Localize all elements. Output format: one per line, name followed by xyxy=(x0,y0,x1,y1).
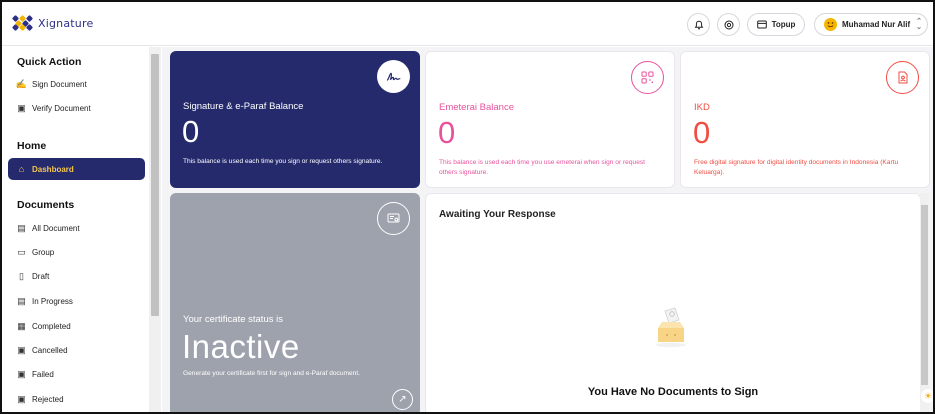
sidebar-item-label: Failed xyxy=(32,370,54,379)
sidebar-item-cancelled[interactable]: ▣ Cancelled xyxy=(17,345,68,356)
user-name: Muhamad Nur Alif xyxy=(842,20,911,29)
sidebar-item-dashboard[interactable]: ⌂ Dashboard xyxy=(8,158,145,180)
certificate-status-card[interactable]: Your certificate status is Inactive Gene… xyxy=(170,193,420,412)
sidebar-item-label: All Document xyxy=(32,224,80,233)
emeterai-balance-value: 0 xyxy=(438,115,456,150)
ikd-card[interactable]: IKD 0 Free digital signature for digital… xyxy=(680,51,930,188)
sidebar-item-label: In Progress xyxy=(32,297,73,306)
brand-name: Xignature xyxy=(38,16,94,30)
avatar xyxy=(824,18,837,31)
signature-icon xyxy=(377,60,410,93)
ikd-title: IKD xyxy=(694,102,710,113)
main-content: Signature & e-Paraf Balance 0 This balan… xyxy=(162,47,933,412)
chevron-updown-icon: ⌃ ⌄ xyxy=(916,18,922,31)
emeterai-balance-card[interactable]: Emeterai Balance 0 This balance is used … xyxy=(425,51,675,188)
topup-label: Topup xyxy=(771,20,796,29)
certificate-status-value: Inactive xyxy=(182,328,300,365)
id-document-icon xyxy=(886,61,919,94)
arrow-up-right-icon[interactable]: ↗ xyxy=(392,389,413,410)
sidebar-item-label: Group xyxy=(32,248,55,257)
signature-balance-title: Signature & e-Paraf Balance xyxy=(183,101,304,112)
sidebar-item-label: Draft xyxy=(32,272,50,281)
progress-icon: ▤ xyxy=(17,296,26,306)
sidebar-item-sign-document[interactable]: ✍ Sign Document xyxy=(15,79,87,90)
sidebar-item-failed[interactable]: ▣ Failed xyxy=(17,369,54,380)
sidebar-item-label: Rejected xyxy=(32,395,64,404)
sidebar-item-label: Dashboard xyxy=(32,164,74,174)
failed-icon: ▣ xyxy=(17,369,26,379)
home-icon: ⌂ xyxy=(18,163,25,174)
document-icon: ▤ xyxy=(17,223,26,233)
sidebar-item-label: Verify Document xyxy=(32,104,91,113)
draft-icon: ▯ xyxy=(19,271,24,281)
signature-balance-value: 0 xyxy=(182,114,200,149)
sidebar-scrollbar-thumb[interactable] xyxy=(151,54,159,316)
user-menu[interactable]: Muhamad Nur Alif ⌃ ⌄ xyxy=(814,13,928,36)
sidebar-item-label: Sign Document xyxy=(32,80,87,89)
certificate-status-description: Generate your certificate first for sign… xyxy=(183,370,361,377)
signature-balance-card[interactable]: Signature & e-Paraf Balance 0 This balan… xyxy=(170,51,420,188)
logo-icon xyxy=(11,14,34,32)
rejected-icon: ▣ xyxy=(17,394,26,404)
notification-button[interactable] xyxy=(687,13,710,36)
emeterai-balance-title: Emeterai Balance xyxy=(439,102,514,113)
brand-logo[interactable]: Xignature xyxy=(11,14,94,32)
ikd-value: 0 xyxy=(693,115,711,150)
sidebar-item-verify-document[interactable]: ▣ Verify Document xyxy=(17,103,91,114)
sidebar-item-draft[interactable]: ▯ Draft xyxy=(17,271,50,282)
sidebar-item-in-progress[interactable]: ▤ In Progress xyxy=(17,296,73,307)
topup-button[interactable]: Topup xyxy=(747,13,805,36)
verify-icon: ▣ xyxy=(17,103,26,113)
top-bar: Xignature Topup Muhamad Nur Alif ⌃ ⌄ xyxy=(2,2,933,46)
sidebar-item-group[interactable]: ▭ Group xyxy=(17,247,55,258)
sidebar-item-completed[interactable]: ▦ Completed xyxy=(17,321,71,332)
panel-scrollbar[interactable] xyxy=(920,193,929,412)
wallet-icon xyxy=(756,20,767,29)
signature-balance-description: This balance is used each time you sign … xyxy=(183,158,383,165)
sign-icon: ✍ xyxy=(15,79,28,89)
empty-state-title: You Have No Documents to Sign xyxy=(587,386,759,398)
section-home: Home xyxy=(17,140,47,152)
help-icon xyxy=(724,20,733,29)
cancelled-icon: ▣ xyxy=(17,345,26,355)
ikd-description: Free digital signature for digital ident… xyxy=(694,159,899,176)
bell-icon xyxy=(694,20,703,29)
folder-icon: ▭ xyxy=(17,247,26,257)
smile-icon xyxy=(827,22,834,28)
completed-icon: ▦ xyxy=(17,321,26,331)
sidebar-item-label: Completed xyxy=(32,322,71,331)
help-button[interactable] xyxy=(717,13,740,36)
panel-scrollbar-thumb[interactable] xyxy=(921,205,928,385)
empty-box-icon xyxy=(656,307,686,348)
awaiting-response-title: Awaiting Your Response xyxy=(439,209,556,220)
certificate-icon xyxy=(377,202,410,235)
section-documents: Documents xyxy=(17,199,75,211)
app-window: Xignature Topup Muhamad Nur Alif ⌃ ⌄ Quic… xyxy=(0,0,935,414)
certificate-status-label: Your certificate status is xyxy=(183,314,283,325)
emeterai-balance-description: This balance is used each time you use e… xyxy=(439,159,645,176)
section-quick-action: Quick Action xyxy=(17,56,82,68)
qr-code-icon xyxy=(631,61,664,94)
sidebar-item-all-document[interactable]: ▤ All Document xyxy=(17,223,80,234)
awaiting-response-panel: Awaiting Your Response You Have No Docum… xyxy=(425,193,921,412)
sun-icon[interactable]: ☀ xyxy=(921,389,933,403)
sidebar-item-label: Cancelled xyxy=(32,346,68,355)
sidebar-item-rejected[interactable]: ▣ Rejected xyxy=(17,394,64,405)
sidebar: Quick Action ✍ Sign Document ▣ Verify Do… xyxy=(2,47,162,412)
